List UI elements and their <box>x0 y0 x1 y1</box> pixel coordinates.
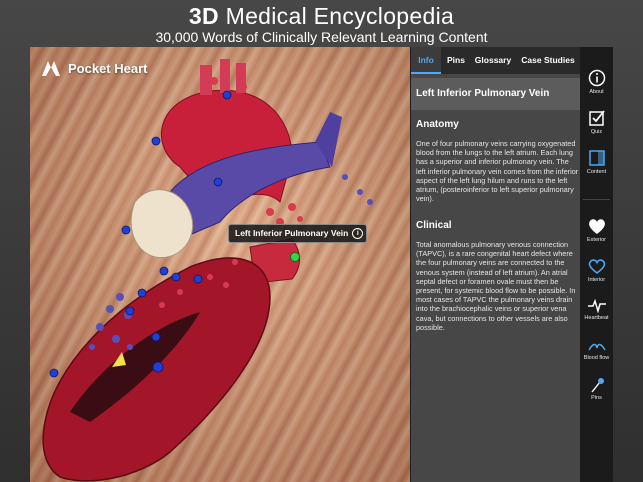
info-panel: Info Pins Glossary Case Studies Left Inf… <box>410 47 581 482</box>
panel-tabs: Info Pins Glossary Case Studies <box>411 47 581 74</box>
app-logo: Pocket Heart <box>40 58 147 78</box>
heart-logo-icon <box>42 61 60 76</box>
interior-button[interactable]: Interior <box>580 257 613 293</box>
clinical-title: Clinical <box>416 220 452 231</box>
info-icon[interactable]: i <box>352 228 364 239</box>
heartbeat-button[interactable]: Heartbeat <box>580 297 613 333</box>
app-window: Pocket Heart Left Inferior Pulmonary Vei… <box>30 47 613 482</box>
info-circle-icon <box>588 69 605 87</box>
about-button[interactable]: About <box>580 69 613 105</box>
promo-banner: 3D Medical Encyclopedia 30,000 Words of … <box>0 0 643 46</box>
callout-label: Left Inferior Pulmonary Vein <box>235 228 349 238</box>
panel-heading: Left Inferior Pulmonary Vein <box>411 78 581 110</box>
tab-pins[interactable]: Pins <box>441 47 471 74</box>
blood-flow-label: Blood flow <box>583 355 610 361</box>
pulse-icon <box>587 298 606 313</box>
heart-model[interactable] <box>30 47 410 482</box>
checkbox-icon <box>588 110 605 126</box>
exterior-label: Exterior <box>587 237 606 243</box>
pins-label: Pins <box>591 395 602 401</box>
structure-callout[interactable]: Left Inferior Pulmonary Vein i <box>228 224 368 243</box>
app-name: Pocket Heart <box>68 60 148 76</box>
interior-label: Interior <box>587 277 606 283</box>
selected-pin <box>290 252 300 262</box>
heartbeat-label: Heartbeat <box>584 315 609 321</box>
content-button[interactable]: Content <box>580 149 613 185</box>
content-label: Content <box>586 169 607 175</box>
banner-title: 3D Medical Encyclopedia <box>188 3 455 29</box>
anatomy-text: One of four pulmonary veins carrying oxy… <box>416 139 579 204</box>
exterior-button[interactable]: Exterior <box>580 217 613 253</box>
3d-viewport[interactable]: Pocket Heart Left Inferior Pulmonary Vei… <box>30 47 410 482</box>
anatomy-title: Anatomy <box>416 119 459 130</box>
about-label: About <box>589 89 604 95</box>
heart-filled-icon <box>588 219 605 234</box>
promo-screenshot: 3D Medical Encyclopedia 30,000 Words of … <box>0 0 643 482</box>
pins-button[interactable]: Pins <box>580 377 613 413</box>
tab-case-studies[interactable]: Case Studies <box>515 47 581 74</box>
quiz-button[interactable]: Quiz <box>580 109 613 145</box>
heart-outline-icon <box>588 259 605 275</box>
blood-flow-button[interactable]: Blood flow <box>580 339 613 375</box>
quiz-label: Quiz <box>590 129 603 135</box>
content-panel-icon <box>588 150 605 166</box>
tab-info[interactable]: Info <box>411 47 441 74</box>
tab-glossary[interactable]: Glossary <box>471 47 515 74</box>
banner-subtitle: 30,000 Words of Clinically Relevant Lear… <box>155 29 488 45</box>
blood-flow-icon <box>587 343 606 351</box>
pin-icon <box>590 378 604 393</box>
clinical-text: Total anomalous pulmonary venous connect… <box>416 240 576 332</box>
tool-sidebar: About Quiz Content Exterior Interior Hea… <box>580 47 613 482</box>
sidebar-divider <box>583 199 610 200</box>
